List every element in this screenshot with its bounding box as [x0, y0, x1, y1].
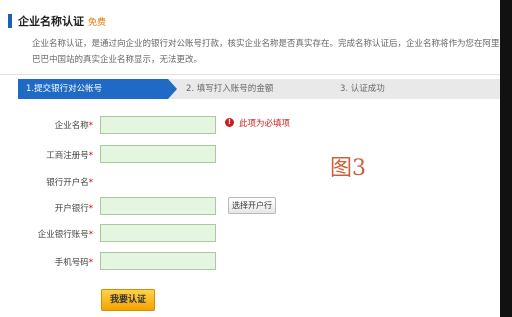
free-badge: 免费: [88, 18, 107, 28]
account-holder-label: 银行开户名*: [5, 176, 93, 188]
phone-input[interactable]: [100, 252, 216, 270]
phone-label-text: 手机号码: [54, 258, 89, 268]
submit-button[interactable]: 我要认证: [101, 289, 155, 311]
step-2: 2. 填写打入账号的金额: [186, 84, 274, 94]
step-3: 3. 认证成功: [340, 84, 385, 94]
bank-account-label-text: 企业银行账号: [37, 230, 89, 240]
figure-annotation: 图3: [330, 156, 366, 181]
progress-steps: 1.提交银行对公帐号 2. 填写打入账号的金额 3. 认证成功: [18, 79, 510, 99]
bank-input[interactable]: [100, 197, 216, 215]
header-accent-bar: [8, 14, 12, 28]
bank-label-text: 开户银行: [54, 204, 89, 214]
step-1-arrow: [168, 79, 177, 99]
required-mark: *: [88, 151, 93, 161]
required-mark: *: [88, 258, 93, 268]
bank-account-label: 企业银行账号*: [5, 228, 93, 240]
registration-number-label-text: 工商注册号: [46, 151, 89, 161]
error-message: 此项为必填项: [239, 119, 291, 129]
page-title: 企业名称认证 免费: [18, 13, 106, 29]
page-title-text: 企业名称认证: [18, 15, 84, 28]
company-name-input[interactable]: [100, 116, 216, 134]
step-1: 1.提交银行对公帐号: [18, 79, 168, 99]
registration-number-input[interactable]: [100, 145, 216, 163]
required-mark: *: [88, 178, 93, 188]
company-name-label-text: 企业名称: [54, 121, 89, 131]
account-holder-label-text: 银行开户名: [46, 178, 89, 188]
page-description: 企业名称认证，是通过向企业的银行对公账号打款，核实企业名称是否真实存在。完成名称…: [32, 39, 500, 65]
required-mark: *: [88, 121, 93, 131]
bank-label: 开户银行*: [5, 202, 93, 214]
divider: [0, 74, 512, 75]
required-mark: *: [88, 230, 93, 240]
registration-number-label: 工商注册号*: [5, 149, 93, 161]
company-name-label: 企业名称*: [5, 119, 93, 131]
phone-label: 手机号码*: [5, 256, 93, 268]
required-mark: *: [88, 204, 93, 214]
select-bank-button[interactable]: 选择开户行: [228, 197, 276, 214]
error-icon: !: [225, 118, 234, 127]
bank-account-input[interactable]: [100, 224, 216, 242]
right-edge-border: [500, 0, 512, 317]
